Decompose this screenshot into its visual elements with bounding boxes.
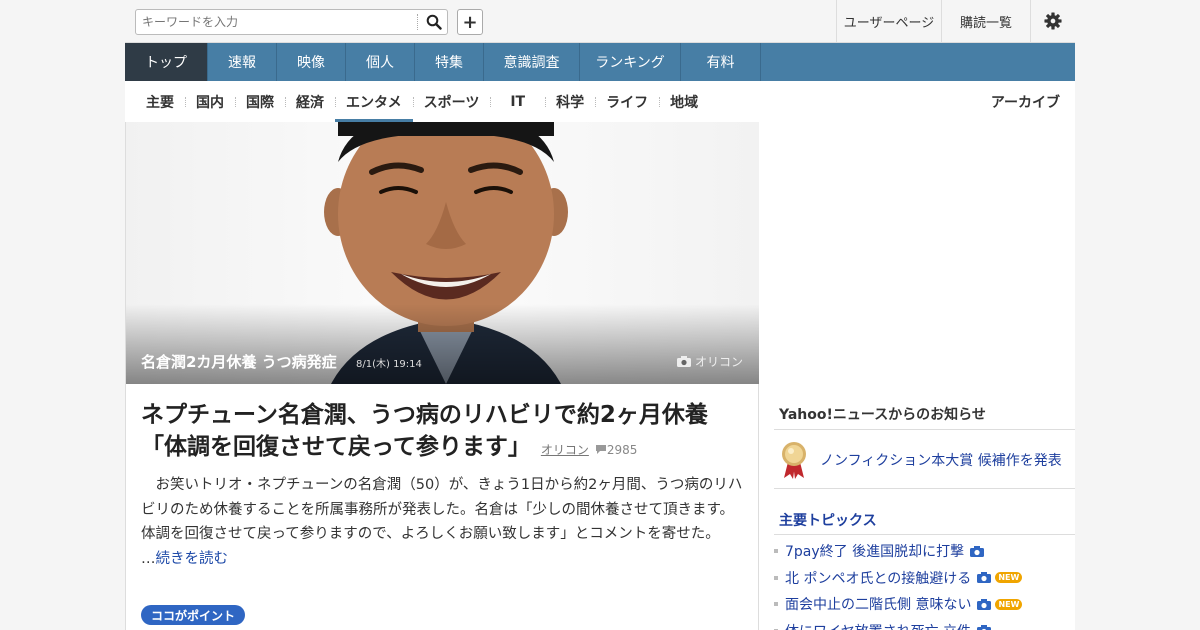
nav-tab-video[interactable]: 映像 xyxy=(277,43,346,81)
photo-icon xyxy=(977,598,992,610)
topic-label[interactable]: 面会中止の二階氏側 意味ない xyxy=(785,594,971,614)
photo-icon xyxy=(977,625,992,630)
top-header: + ユーザーページ 購読一覧 xyxy=(125,0,1075,43)
category-nav: 主要 国内 国際 経済 エンタメ スポーツ IT 科学 ライフ 地域 アーカイブ xyxy=(125,81,1075,122)
user-page-link[interactable]: ユーザーページ xyxy=(836,0,941,42)
hero-source-label: オリコン xyxy=(694,355,743,369)
nav-tab-ranking[interactable]: ランキング xyxy=(580,43,681,81)
topics-list: 7pay終了 後進国脱却に打撃 北 ポンペオ氏との接触避ける NEW 面会中止の… xyxy=(774,538,1075,630)
nav-tab-paid[interactable]: 有料 xyxy=(681,43,761,81)
article: ネプチューン名倉潤、うつ病のリハビリで約2ヶ月休養「体調を回復させて戻って参りま… xyxy=(141,399,746,571)
category-science[interactable]: 科学 xyxy=(545,81,595,122)
gear-icon xyxy=(1044,12,1062,30)
topic-item[interactable]: 7pay終了 後進国脱却に打撃 xyxy=(774,538,1075,565)
nav-tab-top[interactable]: トップ xyxy=(125,43,208,81)
comment-icon xyxy=(595,445,606,454)
article-source[interactable]: オリコン xyxy=(541,443,589,457)
photo-icon xyxy=(977,572,992,584)
category-life[interactable]: ライフ xyxy=(595,81,659,122)
photo-icon xyxy=(970,545,985,557)
category-world[interactable]: 国際 xyxy=(235,81,285,122)
hero-source: オリコン xyxy=(676,353,743,370)
article-title: ネプチューン名倉潤、うつ病のリハビリで約2ヶ月休養「体調を回復させて戻って参りま… xyxy=(141,399,746,466)
new-badge: NEW xyxy=(995,598,1023,610)
topic-label[interactable]: 北 ポンペオ氏との接触避ける xyxy=(785,568,971,588)
bullet xyxy=(774,575,778,580)
category-domestic[interactable]: 国内 xyxy=(185,81,235,122)
search-input[interactable] xyxy=(136,10,418,34)
header-links: ユーザーページ 購読一覧 xyxy=(836,0,1075,42)
medal-icon xyxy=(782,441,806,479)
main-column: 名倉潤2カ月休養 うつ病発症 8/1(木) 19:14 オリコン ネプチューン名… xyxy=(125,122,759,630)
notice-item[interactable]: ノンフィクション本大賞 候補作を発表 xyxy=(774,431,1075,489)
read-more-prefix: … xyxy=(141,550,156,567)
topics-heading[interactable]: 主要トピックス xyxy=(774,505,1075,535)
key-point-badge[interactable]: ココがポイント xyxy=(141,605,246,625)
topic-item[interactable]: 北 ポンペオ氏との接触避ける NEW xyxy=(774,565,1075,592)
archive-link[interactable]: アーカイブ xyxy=(991,81,1060,122)
article-meta: オリコン 2985 xyxy=(541,443,638,457)
bullet xyxy=(774,549,778,554)
nav-tab-survey[interactable]: 意識調査 xyxy=(484,43,580,81)
settings-button[interactable] xyxy=(1030,0,1075,42)
hero-gradient xyxy=(126,304,759,384)
topic-label[interactable]: 7pay終了 後進国脱却に打撃 xyxy=(785,541,964,561)
category-local[interactable]: 地域 xyxy=(659,81,709,122)
category-economy[interactable]: 経済 xyxy=(285,81,335,122)
category-sports[interactable]: スポーツ xyxy=(412,81,491,122)
new-badge: NEW xyxy=(995,572,1023,584)
topic-item[interactable]: 面会中止の二階氏側 意味ない NEW xyxy=(774,591,1075,618)
category-it[interactable]: IT xyxy=(490,81,545,122)
article-body: お笑いトリオ・ネプチューンの名倉潤（50）が、きょう1日から約2ヶ月間、うつ病の… xyxy=(141,477,743,542)
search-button[interactable] xyxy=(420,10,448,34)
category-entertainment[interactable]: エンタメ xyxy=(335,81,413,122)
category-list: 主要 国内 国際 経済 エンタメ スポーツ IT 科学 ライフ 地域 xyxy=(135,81,709,122)
camera-icon xyxy=(676,356,691,367)
read-more-link[interactable]: 続きを読む xyxy=(156,551,229,567)
hero-image[interactable]: 名倉潤2カ月休養 うつ病発症 8/1(木) 19:14 オリコン xyxy=(126,122,759,384)
notice-item-label[interactable]: ノンフィクション本大賞 候補作を発表 xyxy=(820,450,1062,470)
main-nav: トップ 速報 映像 個人 特集 意識調査 ランキング 有料 xyxy=(125,43,1075,81)
topic-label[interactable]: 体にワイヤ放置され死亡 立件 xyxy=(785,621,971,630)
nav-tab-feature[interactable]: 特集 xyxy=(415,43,484,81)
notice-heading: Yahoo!ニュースからのお知らせ xyxy=(774,398,1075,430)
read-more: …続きを読む xyxy=(141,547,746,571)
nav-tab-individual[interactable]: 個人 xyxy=(346,43,415,81)
search-divider xyxy=(417,14,418,30)
bullet xyxy=(774,602,778,607)
search-box xyxy=(135,9,448,35)
comment-count[interactable]: 2985 xyxy=(607,443,638,457)
category-main[interactable]: 主要 xyxy=(135,81,185,122)
hero-caption[interactable]: 名倉潤2カ月休養 うつ病発症 xyxy=(141,351,337,372)
hero-timestamp: 8/1(木) 19:14 xyxy=(356,359,422,370)
topic-item[interactable]: 体にワイヤ放置され死亡 立件 xyxy=(774,618,1075,630)
nav-tab-breaking[interactable]: 速報 xyxy=(208,43,277,81)
subscriptions-link[interactable]: 購読一覧 xyxy=(941,0,1030,42)
search-icon xyxy=(426,14,442,30)
sidebar: Yahoo!ニュースからのお知らせ ノンフィクション本大賞 候補作を発表 主要ト… xyxy=(759,122,1075,630)
add-button[interactable]: + xyxy=(457,9,483,35)
